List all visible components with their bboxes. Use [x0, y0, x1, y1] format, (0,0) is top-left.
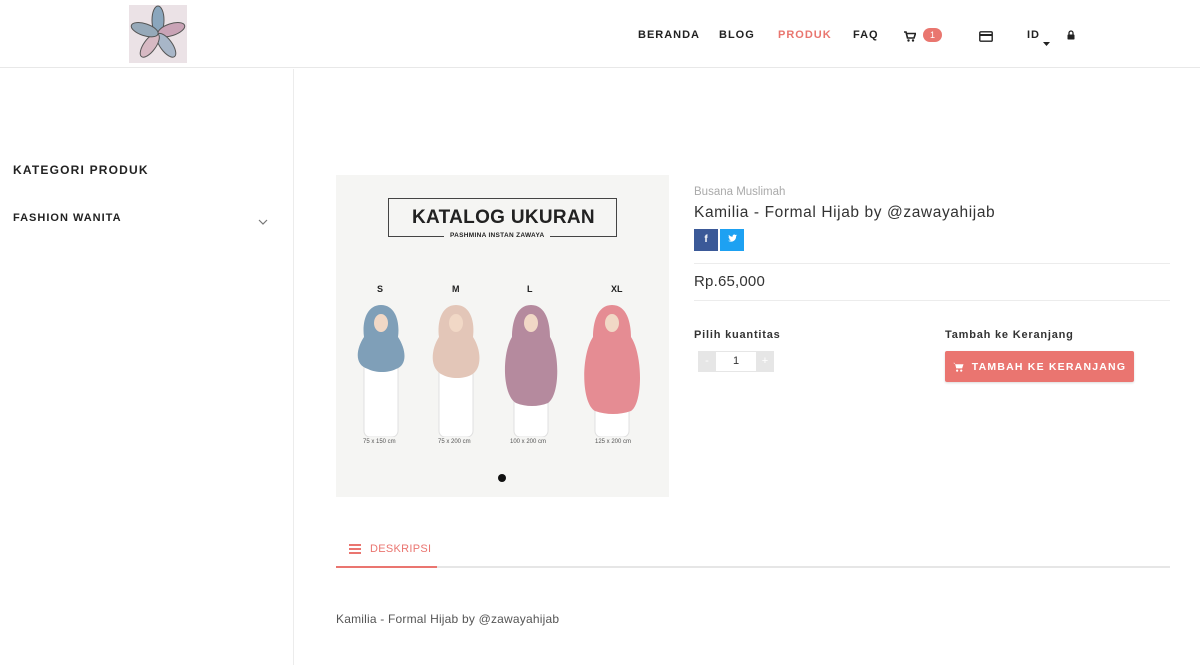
- dimension-label: 75 x 200 cm: [438, 439, 471, 445]
- sidebar-title: KATEGORI PRODUK: [13, 163, 149, 177]
- category-sidebar: KATEGORI PRODUK FASHION WANITA: [0, 69, 294, 665]
- list-icon: [349, 544, 361, 554]
- chevron-down-icon[interactable]: [258, 213, 268, 231]
- add-to-cart-button-label: TAMBAH KE KERANJANG: [971, 360, 1127, 373]
- product-image-carousel[interactable]: KATALOG UKURAN PASHMINA INSTAN ZAWAYA S …: [336, 175, 669, 497]
- cart-icon: [952, 362, 964, 372]
- nav-beranda[interactable]: BERANDA: [638, 29, 700, 41]
- add-to-cart-button[interactable]: TAMBAH KE KERANJANG: [945, 351, 1134, 382]
- size-label: M: [452, 284, 460, 294]
- model-figure-s: [357, 305, 405, 437]
- add-to-cart-label: Tambah ke Keranjang: [945, 329, 1074, 341]
- cart-icon[interactable]: [904, 29, 917, 47]
- caret-down-icon[interactable]: [1043, 33, 1050, 51]
- size-label: XL: [611, 284, 623, 294]
- tab-deskripsi[interactable]: DESKRIPSI: [336, 541, 437, 568]
- quantity-label: Pilih kuantitas: [694, 329, 781, 341]
- credit-card-icon[interactable]: [979, 29, 993, 47]
- model-figure-l: [504, 305, 558, 437]
- size-label: L: [527, 284, 533, 294]
- quantity-input[interactable]: 1: [716, 351, 756, 372]
- katalog-title: KATALOG UKURAN: [412, 207, 595, 228]
- twitter-icon: [727, 234, 737, 242]
- product-description: Kamilia - Formal Hijab by @zawayahijab: [336, 612, 560, 626]
- product-price: Rp.65,000: [694, 273, 766, 290]
- katalog-subtitle: PASHMINA INSTAN ZAWAYA: [444, 232, 551, 239]
- twitter-share-button[interactable]: [720, 229, 744, 251]
- site-header: BERANDA BLOG PRODUK FAQ 1 ID: [0, 0, 1200, 68]
- dimension-label: 100 x 200 cm: [510, 439, 547, 445]
- product-category[interactable]: Busana Muslimah: [694, 186, 785, 198]
- product-title: Kamilia - Formal Hijab by @zawayahijab: [694, 204, 996, 221]
- facebook-share-button[interactable]: f: [694, 229, 718, 251]
- quantity-increase-button[interactable]: +: [756, 351, 774, 372]
- tab-bar-line: [336, 566, 1170, 568]
- language-selector[interactable]: ID: [1027, 29, 1040, 41]
- nav-blog[interactable]: BLOG: [719, 29, 755, 41]
- site-logo[interactable]: [129, 5, 187, 63]
- model-figure-xl: [584, 305, 640, 437]
- divider: [694, 263, 1170, 264]
- model-figure-m: [432, 305, 480, 437]
- divider: [694, 300, 1170, 301]
- dimension-label: 125 x 200 cm: [595, 439, 632, 445]
- quantity-stepper: - 1 +: [698, 351, 774, 372]
- nav-produk[interactable]: PRODUK: [778, 29, 832, 41]
- carousel-dot[interactable]: [498, 474, 506, 482]
- tab-label: DESKRIPSI: [370, 543, 432, 555]
- size-label: S: [377, 284, 384, 294]
- lock-icon[interactable]: [1067, 27, 1075, 45]
- nav-faq[interactable]: FAQ: [853, 29, 879, 41]
- logo-flower-icon: [130, 5, 186, 58]
- sidebar-item-fashion-wanita[interactable]: FASHION WANITA: [13, 212, 271, 224]
- dimension-label: 75 x 150 cm: [363, 439, 396, 445]
- cart-count-badge[interactable]: 1: [923, 28, 942, 42]
- quantity-decrease-button[interactable]: -: [698, 351, 716, 372]
